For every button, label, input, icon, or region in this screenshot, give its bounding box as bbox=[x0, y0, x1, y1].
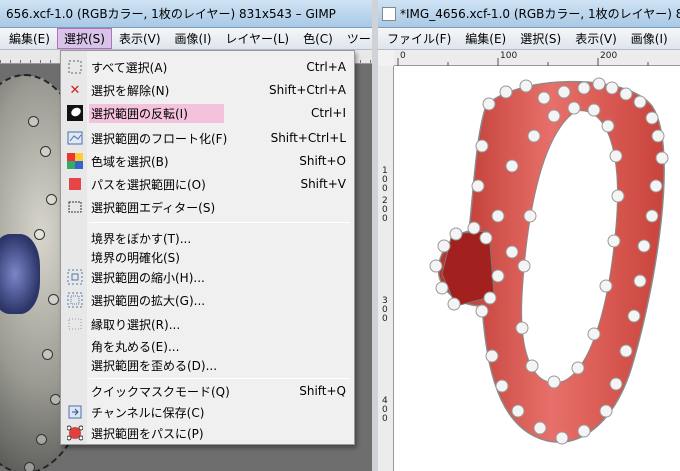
menu-layer[interactable]: レイヤー(L) bbox=[218, 28, 296, 49]
path-to-selection-icon bbox=[67, 176, 83, 192]
menu-item-sharpen[interactable]: 境界の明確化(S) bbox=[63, 246, 352, 268]
menu-item-shortcut: Shift+Q bbox=[299, 384, 346, 398]
menu-file[interactable]: ファイル(F) bbox=[380, 28, 458, 49]
menu-item-label: パスを選択範囲に(O) bbox=[91, 177, 206, 192]
menu-item-invert-selection[interactable]: 選択範囲の反転(I) Ctrl+I bbox=[63, 102, 352, 124]
menu-item-border[interactable]: 縁取り選択(R)... bbox=[63, 313, 352, 335]
menu-view[interactable]: 表示(V) bbox=[568, 28, 624, 49]
grow-selection-icon bbox=[67, 292, 83, 308]
menu-separator bbox=[89, 378, 350, 379]
menu-item-selection-editor[interactable]: 選択範囲エディター(S) bbox=[63, 196, 352, 218]
selection-to-path-icon bbox=[67, 425, 83, 441]
menu-select[interactable]: 選択(S) bbox=[513, 28, 568, 49]
menu-item-label: 境界をぼかす(T)... bbox=[91, 231, 192, 246]
border-selection-icon bbox=[67, 316, 83, 332]
ruler-label: 200 bbox=[600, 51, 618, 61]
menu-item-label: 選択範囲を歪める(D)... bbox=[91, 358, 218, 373]
select-none-icon: ✕ bbox=[69, 82, 81, 98]
menu-item-label: 角を丸める(E)... bbox=[91, 339, 180, 354]
ruler-label: 0 bbox=[382, 414, 388, 424]
gimp-window-left: 656.xcf-1.0 (RGBカラー, 1枚のレイヤー) 831x543 – … bbox=[0, 0, 372, 471]
menu-item-path-to-selection[interactable]: パスを選択範囲に(O) Shift+V bbox=[63, 173, 352, 195]
menu-item-save-to-channel[interactable]: チャンネルに保存(C) bbox=[63, 401, 352, 423]
shrink-selection-icon bbox=[67, 269, 83, 285]
menu-item-label: クイックマスクモード(Q) bbox=[91, 384, 230, 399]
menu-item-label: 選択を解除(N) bbox=[91, 83, 170, 98]
window-title: *IMG_4656.xcf-1.0 (RGBカラー, 1枚のレイヤー) 8 bbox=[400, 7, 680, 21]
menu-item-label: チャンネルに保存(C) bbox=[91, 405, 205, 420]
menu-item-label: 境界の明確化(S) bbox=[91, 250, 180, 265]
ruler-label: 0 bbox=[400, 51, 406, 61]
menu-item-label: 選択範囲のフロート化(F) bbox=[91, 131, 228, 146]
menu-item-float-selection[interactable]: 選択範囲のフロート化(F) Shift+Ctrl+L bbox=[63, 127, 352, 149]
menu-item-shortcut: Ctrl+I bbox=[311, 106, 346, 120]
menu-item-select-by-color[interactable]: 色域を選択(B) Shift+O bbox=[63, 150, 352, 172]
path-node[interactable] bbox=[24, 462, 35, 471]
gem-image bbox=[0, 234, 40, 314]
menu-item-distort[interactable]: 選択範囲を歪める(D)... bbox=[63, 354, 352, 376]
select-menu-dropdown: すべて選択(A) Ctrl+A ✕ 選択を解除(N) Shift+Ctrl+A … bbox=[60, 50, 355, 445]
menu-item-shortcut: Shift+O bbox=[299, 154, 346, 168]
path-node[interactable] bbox=[46, 194, 57, 205]
menu-item-shortcut: Shift+Ctrl+A bbox=[269, 83, 346, 97]
invert-selection-icon bbox=[67, 105, 83, 121]
path-node[interactable] bbox=[42, 349, 53, 360]
menu-item-shortcut: Shift+Ctrl+L bbox=[270, 131, 346, 145]
path-node[interactable] bbox=[36, 434, 47, 445]
path-node[interactable] bbox=[40, 146, 51, 157]
select-by-color-icon bbox=[67, 153, 83, 169]
menu-item-select-all[interactable]: すべて選択(A) Ctrl+A bbox=[63, 56, 352, 78]
menu-image[interactable]: 画像(I) bbox=[624, 28, 675, 49]
title-bar: *IMG_4656.xcf-1.0 (RGBカラー, 1枚のレイヤー) 8 bbox=[378, 0, 680, 28]
ruler-label: 100 bbox=[500, 51, 518, 61]
path-node[interactable] bbox=[34, 229, 45, 240]
horizontal-ruler: 0 100 200 bbox=[394, 50, 680, 66]
path-node[interactable] bbox=[48, 294, 59, 305]
menu-edit[interactable]: 編集(E) bbox=[458, 28, 513, 49]
menu-item-label: 選択範囲の反転(I) bbox=[89, 103, 224, 123]
menu-item-label: 選択範囲の縮小(H)... bbox=[91, 270, 205, 285]
document-icon bbox=[382, 6, 396, 21]
menu-item-select-none[interactable]: ✕ 選択を解除(N) Shift+Ctrl+A bbox=[63, 79, 352, 101]
menu-item-label: 選択範囲エディター(S) bbox=[91, 200, 216, 215]
menu-item-shrink[interactable]: 選択範囲の縮小(H)... bbox=[63, 266, 352, 288]
menu-item-grow[interactable]: 選択範囲の拡大(G)... bbox=[63, 289, 352, 311]
menu-item-label: 縁取り選択(R)... bbox=[91, 317, 181, 332]
title-bar: 656.xcf-1.0 (RGBカラー, 1枚のレイヤー) 831x543 – … bbox=[0, 0, 372, 28]
selection-editor-icon bbox=[67, 199, 83, 215]
menu-color[interactable]: 色(C) bbox=[296, 28, 340, 49]
menu-image[interactable]: 画像(I) bbox=[168, 28, 219, 49]
menu-edit[interactable]: 編集(E) bbox=[2, 28, 57, 49]
menu-item-shortcut: Ctrl+A bbox=[306, 60, 346, 74]
window-title: 656.xcf-1.0 (RGBカラー, 1枚のレイヤー) 831x543 – … bbox=[6, 7, 336, 21]
ruler-label: 0 bbox=[382, 184, 388, 194]
menu-item-quick-mask[interactable]: クイックマスクモード(Q) Shift+Q bbox=[63, 380, 352, 402]
menu-item-shortcut: Shift+V bbox=[300, 177, 346, 191]
menu-tools[interactable]: ツー bbox=[340, 28, 372, 49]
menu-item-label: 色域を選択(B) bbox=[91, 154, 169, 169]
image-canvas[interactable] bbox=[394, 66, 680, 471]
ruler-label: 0 bbox=[382, 214, 388, 224]
select-all-icon bbox=[67, 59, 83, 75]
gimp-window-right: *IMG_4656.xcf-1.0 (RGBカラー, 1枚のレイヤー) 8 ファ… bbox=[378, 0, 680, 471]
menu-item-label: 選択範囲の拡大(G)... bbox=[91, 293, 206, 308]
ring-selection-svg bbox=[429, 77, 669, 445]
menu-bar: ファイル(F) 編集(E) 選択(S) 表示(V) 画像(I) bbox=[378, 28, 680, 50]
path-node[interactable] bbox=[28, 116, 39, 127]
ruler-label: 0 bbox=[382, 314, 388, 324]
vertical-ruler: 1 0 0 2 0 0 3 0 0 4 0 0 bbox=[378, 66, 394, 471]
save-to-channel-icon bbox=[67, 404, 83, 420]
menu-separator bbox=[89, 222, 350, 223]
menu-item-label: すべて選択(A) bbox=[91, 60, 168, 75]
menu-view[interactable]: 表示(V) bbox=[112, 28, 168, 49]
float-selection-icon bbox=[67, 130, 83, 146]
menu-item-label: 選択範囲をパスに(P) bbox=[91, 426, 204, 441]
menu-bar: 編集(E) 選択(S) 表示(V) 画像(I) レイヤー(L) 色(C) ツー bbox=[0, 28, 372, 50]
menu-item-selection-to-path[interactable]: 選択範囲をパスに(P) bbox=[63, 422, 352, 444]
menu-select[interactable]: 選択(S) bbox=[56, 28, 112, 49]
